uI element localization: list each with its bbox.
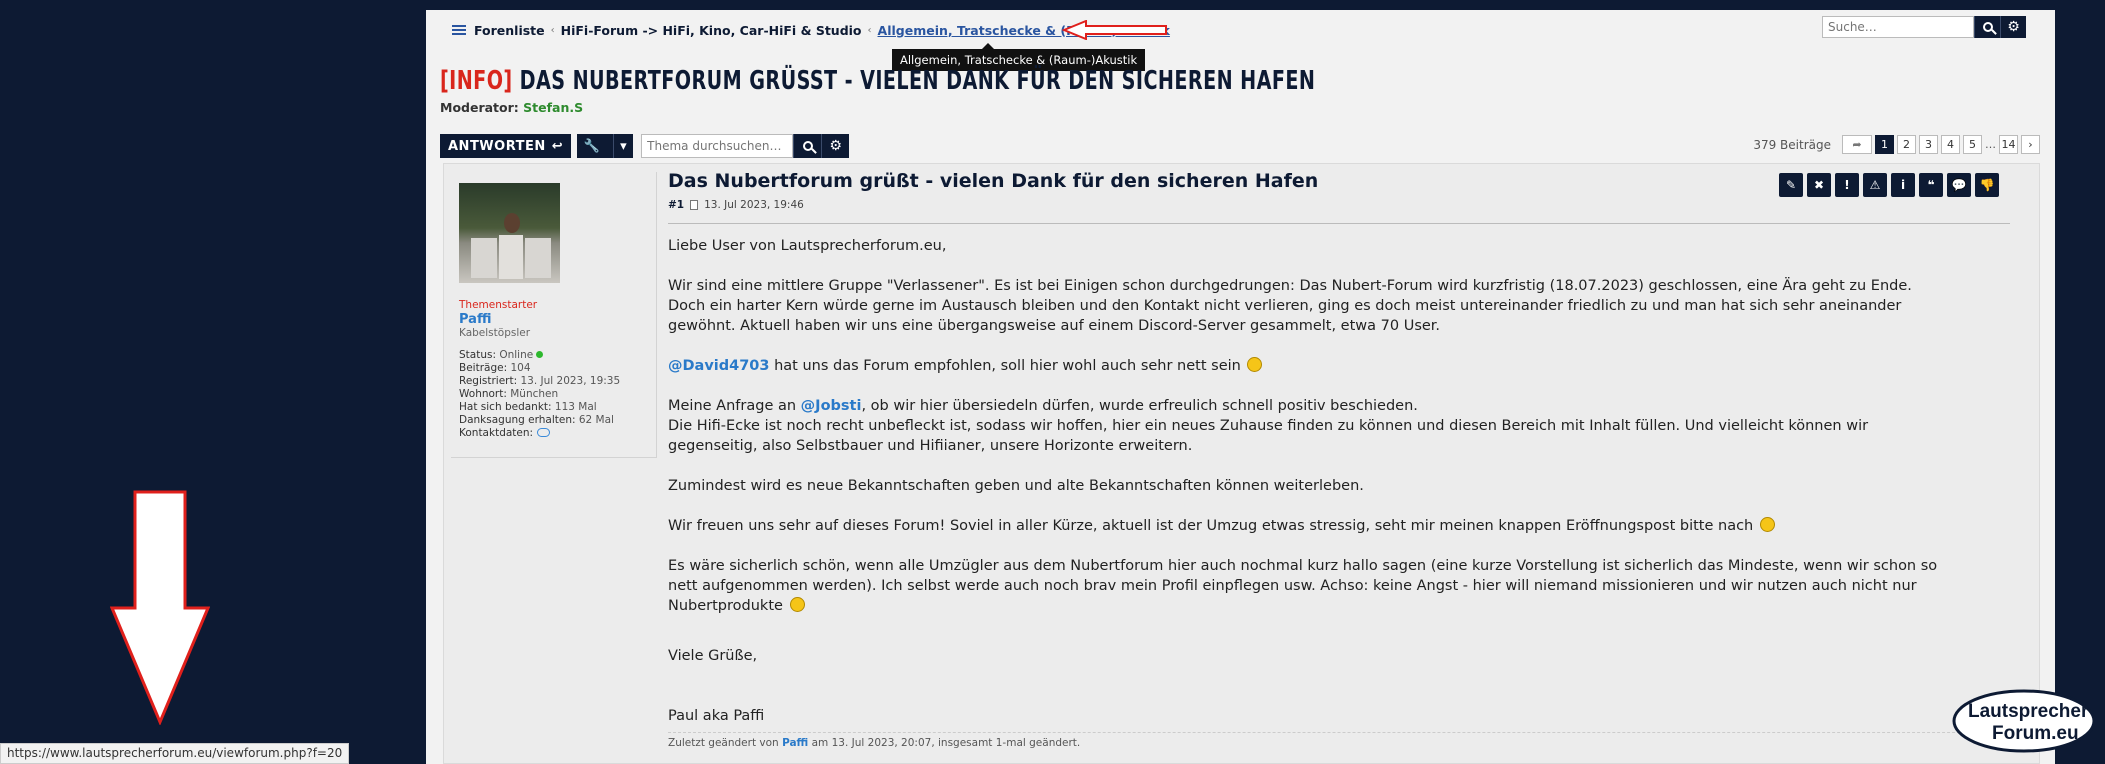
post-count: 379 Beiträge [1753,137,1831,152]
page-2[interactable]: 2 [1897,135,1916,154]
post-date: 13. Jul 2023, 19:46 [704,199,804,211]
wrench-icon: 🔧 [583,138,601,154]
jump-to-page-button[interactable]: ➦ [1842,135,1872,154]
post-paragraph-4: Zumindest wird es neue Bekanntschaften g… [668,478,1364,494]
browser-status-url: https://www.lautsprecherforum.eu/viewfor… [0,743,350,764]
edited-divider [668,732,2010,733]
search-icon [1982,22,1993,32]
profile-status: Status: Online [459,349,620,362]
list-icon [452,24,466,36]
profile-registered: Registriert: 13. Jul 2023, 19:35 [459,375,621,387]
topic-tools-button[interactable]: 🔧 ▾ [577,134,634,158]
breadcrumb-forenliste[interactable]: Forenliste [474,23,545,38]
dislike-button[interactable]: 👎 [1975,173,1999,197]
post-doc-icon [690,200,699,210]
profile-location: Wohnort: München [459,388,559,400]
post-content: Liebe User von Lautsprecherforum.eu, Wir… [668,236,1948,746]
moderator-label: Moderator: [440,100,519,115]
page-3[interactable]: 3 [1919,135,1938,154]
post-paragraph-3: Meine Anfrage an @Jobsti, ob wir hier üb… [668,398,1869,454]
lautsprecherforum-logo[interactable]: Lautsprecher Forum.eu [1950,683,2095,755]
profile-thanked: Hat sich bedankt: 113 Mal [459,401,597,413]
thread-search-input[interactable] [641,134,794,158]
profile-username[interactable]: Paffi [459,312,491,327]
page-title[interactable]: [INFO] Das Nubertforum grüsst - vielen D… [440,66,1315,96]
next-page-button[interactable]: › [2021,135,2040,154]
post-signature: Paul aka Paffi [668,708,765,724]
thread-search-button[interactable] [793,134,822,158]
profile-thanks-received: Danksagung erhalten: 62 Mal [459,414,614,426]
site-search: ⚙ [1822,16,2026,38]
edit-notice: Zuletzt geändert von Paffi am 13. Jul 20… [668,737,1081,749]
chevron-down-icon: ▾ [613,134,633,158]
action-bar: ANTWORTEN ↩ 🔧 ▾ ⚙ [440,134,850,158]
svg-text:Lautsprecher: Lautsprecher [1968,701,2089,722]
page-last[interactable]: 14 [1999,135,2018,154]
topic-starter-label: Themenstarter [459,299,538,311]
thread-search-settings-button[interactable]: ⚙ [821,134,850,158]
post-tools: ✎ ✖ ! ⚠ i ❝ 💬 👎 [1779,173,1999,197]
gear-icon: ⚙ [829,138,842,154]
mention-jobsti[interactable]: @Jobsti [801,398,862,414]
annotation-arrow-left-icon [1062,20,1167,40]
advanced-search-button[interactable]: ⚙ [2000,16,2026,38]
pagination: 379 Beiträge ➦ 1 2 3 4 5 … 14 › [1753,135,2040,154]
pagination-ellipsis: … [1985,138,1996,151]
site-search-button[interactable] [1974,16,2000,38]
post-paragraph-2: @David4703 hat uns das Forum empfohlen, … [668,356,1948,376]
post-paragraph-1: Wir sind eine mittlere Gruppe "Verlassen… [668,278,1912,334]
post-paragraph-5: Wir freuen uns sehr auf dieses Forum! So… [668,516,1948,536]
post-paragraph-6: Es wäre sicherlich schön, wenn alle Umzü… [668,558,1938,614]
edit-button[interactable]: ✎ [1779,173,1803,197]
moderator-link[interactable]: Stefan.S [523,100,583,115]
grin-emoji-icon [789,597,805,612]
gear-icon: ⚙ [2007,19,2020,35]
profile-contact: Kontaktdaten: [459,427,620,440]
quote-button[interactable]: ❝ [1919,173,1943,197]
avatar[interactable] [459,183,560,283]
reply-button[interactable]: ANTWORTEN ↩ [440,134,572,158]
multiquote-button[interactable]: 💬 [1947,173,1971,197]
profile-rank: Kabelstöpsler [459,327,531,339]
breadcrumb-separator: ‹ [867,24,872,36]
warn-button[interactable]: ⚠ [1863,173,1887,197]
search-icon [802,141,813,151]
post-meta: #1 13. Jul 2023, 19:46 [668,199,804,211]
edit-notice-user[interactable]: Paffi [782,737,808,749]
smile-emoji-icon [1759,517,1775,532]
post-divider [668,223,2010,224]
profile-posts: Beiträge: 104 [459,362,531,374]
breadcrumb-hifi-forum[interactable]: HiFi-Forum -> HiFi, Kino, Car-HiFi & Stu… [561,23,862,38]
delete-button[interactable]: ✖ [1807,173,1831,197]
grin-emoji-icon [1247,357,1263,372]
title-text: Das Nubertforum grüsst - vielen Dank für… [519,66,1316,96]
post-closing: Viele Grüße, [668,648,758,664]
svg-text:Forum.eu: Forum.eu [1992,723,2079,744]
page-4[interactable]: 4 [1941,135,1960,154]
title-tag: [INFO] [440,66,513,96]
top-nav-bar [426,0,2055,10]
reply-icon: ↩ [551,138,564,154]
info-button[interactable]: i [1891,173,1915,197]
post-greeting: Liebe User von Lautsprecherforum.eu, [668,238,947,254]
profile-details: Themenstarter Paffi Kabelstöpsler Status… [459,299,620,440]
thread-search: ⚙ [641,134,850,158]
annotation-arrow-down-icon [110,490,210,725]
mention-david[interactable]: @David4703 [668,358,769,374]
moderator-line: Moderator: Stefan.S [440,100,583,115]
site-search-input[interactable] [1822,16,1974,38]
breadcrumb-separator: ‹ [550,24,555,36]
online-dot-icon [536,351,544,358]
post-number-link[interactable]: #1 [668,199,684,211]
contact-chat-icon[interactable] [537,428,551,437]
page-1[interactable]: 1 [1875,135,1894,154]
post-title[interactable]: Das Nubertforum grüßt - vielen Dank für … [668,170,1318,192]
reply-label: ANTWORTEN [448,138,546,154]
page-5[interactable]: 5 [1963,135,1982,154]
report-button[interactable]: ! [1835,173,1859,197]
